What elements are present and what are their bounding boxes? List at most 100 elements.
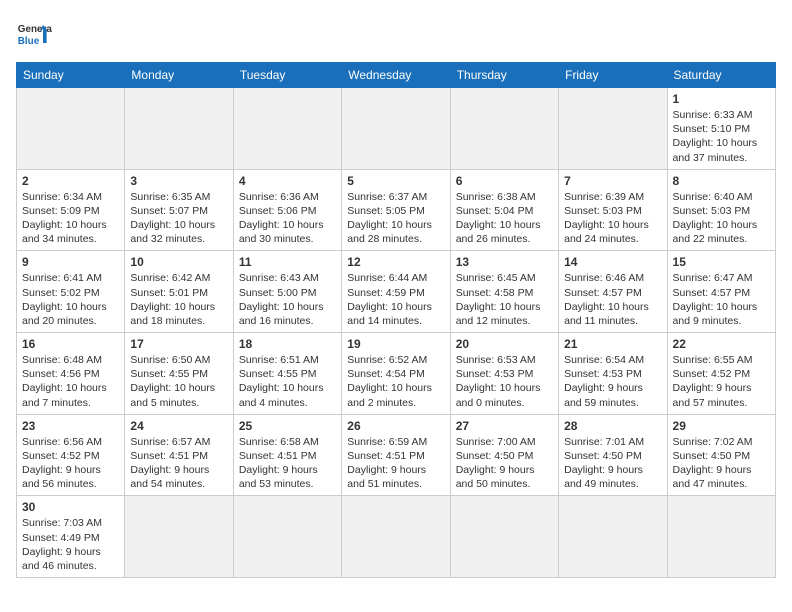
day-info: Sunrise: 6:51 AM Sunset: 4:55 PM Dayligh… bbox=[239, 353, 336, 410]
calendar-cell bbox=[342, 88, 450, 170]
day-info: Sunrise: 6:56 AM Sunset: 4:52 PM Dayligh… bbox=[22, 435, 119, 492]
day-info: Sunrise: 6:58 AM Sunset: 4:51 PM Dayligh… bbox=[239, 435, 336, 492]
calendar-week-row: 23 Sunrise: 6:56 AM Sunset: 4:52 PM Dayli… bbox=[17, 414, 776, 496]
weekday-header-saturday: Saturday bbox=[667, 63, 775, 88]
day-info: Sunrise: 6:42 AM Sunset: 5:01 PM Dayligh… bbox=[130, 271, 227, 328]
weekday-header-monday: Monday bbox=[125, 63, 233, 88]
calendar-cell bbox=[450, 496, 558, 578]
day-info: Sunrise: 6:53 AM Sunset: 4:53 PM Dayligh… bbox=[456, 353, 553, 410]
calendar-cell: 10 Sunrise: 6:42 AM Sunset: 5:01 PM Dayli… bbox=[125, 251, 233, 333]
calendar-cell: 19 Sunrise: 6:52 AM Sunset: 4:54 PM Dayli… bbox=[342, 333, 450, 415]
calendar-cell bbox=[125, 496, 233, 578]
calendar-cell: 9 Sunrise: 6:41 AM Sunset: 5:02 PM Daylig… bbox=[17, 251, 125, 333]
calendar-cell: 12Sunrise: 6:44 AM Sunset: 4:59 PM Dayli… bbox=[342, 251, 450, 333]
day-number: 29 bbox=[673, 419, 770, 433]
day-info: Sunrise: 7:03 AM Sunset: 4:49 PM Dayligh… bbox=[22, 516, 119, 573]
day-number: 23 bbox=[22, 419, 119, 433]
calendar-cell bbox=[233, 88, 341, 170]
calendar-cell: 26 Sunrise: 6:59 AM Sunset: 4:51 PM Dayli… bbox=[342, 414, 450, 496]
day-info: Sunrise: 6:46 AM Sunset: 4:57 PM Dayligh… bbox=[564, 271, 661, 328]
calendar-cell bbox=[559, 496, 667, 578]
calendar-cell: 18 Sunrise: 6:51 AM Sunset: 4:55 PM Dayli… bbox=[233, 333, 341, 415]
day-info: Sunrise: 6:37 AM Sunset: 5:05 PM Dayligh… bbox=[347, 190, 444, 247]
day-number: 6 bbox=[456, 174, 553, 188]
day-number: 15 bbox=[673, 255, 770, 269]
day-number: 8 bbox=[673, 174, 770, 188]
day-info: Sunrise: 6:48 AM Sunset: 4:56 PM Dayligh… bbox=[22, 353, 119, 410]
calendar-cell: 1Sunrise: 6:33 AM Sunset: 5:10 PM Daylig… bbox=[667, 88, 775, 170]
day-number: 12 bbox=[347, 255, 444, 269]
day-info: Sunrise: 6:52 AM Sunset: 4:54 PM Dayligh… bbox=[347, 353, 444, 410]
day-number: 17 bbox=[130, 337, 227, 351]
day-number: 13 bbox=[456, 255, 553, 269]
day-number: 3 bbox=[130, 174, 227, 188]
day-number: 4 bbox=[239, 174, 336, 188]
calendar-cell: 8 Sunrise: 6:40 AM Sunset: 5:03 PM Daylig… bbox=[667, 169, 775, 251]
day-number: 7 bbox=[564, 174, 661, 188]
weekday-header-thursday: Thursday bbox=[450, 63, 558, 88]
day-number: 26 bbox=[347, 419, 444, 433]
day-info: Sunrise: 6:54 AM Sunset: 4:53 PM Dayligh… bbox=[564, 353, 661, 410]
svg-text:Blue: Blue bbox=[18, 36, 40, 47]
calendar-week-row: 1Sunrise: 6:33 AM Sunset: 5:10 PM Daylig… bbox=[17, 88, 776, 170]
calendar-cell: 30 Sunrise: 7:03 AM Sunset: 4:49 PM Dayli… bbox=[17, 496, 125, 578]
calendar-cell: 7 Sunrise: 6:39 AM Sunset: 5:03 PM Daylig… bbox=[559, 169, 667, 251]
calendar-cell: 28Sunrise: 7:01 AM Sunset: 4:50 PM Dayli… bbox=[559, 414, 667, 496]
weekday-header-tuesday: Tuesday bbox=[233, 63, 341, 88]
calendar-cell: 27Sunrise: 7:00 AM Sunset: 4:50 PM Dayli… bbox=[450, 414, 558, 496]
day-info: Sunrise: 6:55 AM Sunset: 4:52 PM Dayligh… bbox=[673, 353, 770, 410]
calendar-cell bbox=[342, 496, 450, 578]
day-number: 24 bbox=[130, 419, 227, 433]
calendar-cell: 29 Sunrise: 7:02 AM Sunset: 4:50 PM Dayli… bbox=[667, 414, 775, 496]
svg-text:General: General bbox=[18, 24, 52, 35]
calendar-cell bbox=[17, 88, 125, 170]
weekday-header-friday: Friday bbox=[559, 63, 667, 88]
day-number: 9 bbox=[22, 255, 119, 269]
calendar-week-row: 9 Sunrise: 6:41 AM Sunset: 5:02 PM Daylig… bbox=[17, 251, 776, 333]
calendar-cell bbox=[233, 496, 341, 578]
day-number: 22 bbox=[673, 337, 770, 351]
day-number: 16 bbox=[22, 337, 119, 351]
day-info: Sunrise: 6:47 AM Sunset: 4:57 PM Dayligh… bbox=[673, 271, 770, 328]
day-number: 5 bbox=[347, 174, 444, 188]
calendar-cell: 25 Sunrise: 6:58 AM Sunset: 4:51 PM Dayli… bbox=[233, 414, 341, 496]
calendar-cell bbox=[125, 88, 233, 170]
day-number: 2 bbox=[22, 174, 119, 188]
day-number: 30 bbox=[22, 500, 119, 514]
calendar-cell: 2 Sunrise: 6:34 AM Sunset: 5:09 PM Daylig… bbox=[17, 169, 125, 251]
calendar-cell: 15 Sunrise: 6:47 AM Sunset: 4:57 PM Dayli… bbox=[667, 251, 775, 333]
weekday-header-sunday: Sunday bbox=[17, 63, 125, 88]
day-info: Sunrise: 6:35 AM Sunset: 5:07 PM Dayligh… bbox=[130, 190, 227, 247]
calendar-cell: 3 Sunrise: 6:35 AM Sunset: 5:07 PM Daylig… bbox=[125, 169, 233, 251]
calendar-cell: 17 Sunrise: 6:50 AM Sunset: 4:55 PM Dayli… bbox=[125, 333, 233, 415]
calendar-week-row: 2 Sunrise: 6:34 AM Sunset: 5:09 PM Daylig… bbox=[17, 169, 776, 251]
weekday-header-row: SundayMondayTuesdayWednesdayThursdayFrid… bbox=[17, 63, 776, 88]
day-number: 21 bbox=[564, 337, 661, 351]
calendar-cell: 13Sunrise: 6:45 AM Sunset: 4:58 PM Dayli… bbox=[450, 251, 558, 333]
day-info: Sunrise: 6:33 AM Sunset: 5:10 PM Dayligh… bbox=[673, 108, 770, 165]
day-info: Sunrise: 6:40 AM Sunset: 5:03 PM Dayligh… bbox=[673, 190, 770, 247]
weekday-header-wednesday: Wednesday bbox=[342, 63, 450, 88]
day-number: 18 bbox=[239, 337, 336, 351]
calendar-cell: 4 Sunrise: 6:36 AM Sunset: 5:06 PM Daylig… bbox=[233, 169, 341, 251]
day-info: Sunrise: 7:02 AM Sunset: 4:50 PM Dayligh… bbox=[673, 435, 770, 492]
day-info: Sunrise: 6:50 AM Sunset: 4:55 PM Dayligh… bbox=[130, 353, 227, 410]
day-info: Sunrise: 6:36 AM Sunset: 5:06 PM Dayligh… bbox=[239, 190, 336, 247]
day-number: 25 bbox=[239, 419, 336, 433]
day-info: Sunrise: 7:00 AM Sunset: 4:50 PM Dayligh… bbox=[456, 435, 553, 492]
day-info: Sunrise: 6:39 AM Sunset: 5:03 PM Dayligh… bbox=[564, 190, 661, 247]
calendar-table: SundayMondayTuesdayWednesdayThursdayFrid… bbox=[16, 62, 776, 578]
calendar-cell: 6 Sunrise: 6:38 AM Sunset: 5:04 PM Daylig… bbox=[450, 169, 558, 251]
day-info: Sunrise: 6:59 AM Sunset: 4:51 PM Dayligh… bbox=[347, 435, 444, 492]
day-info: Sunrise: 6:41 AM Sunset: 5:02 PM Dayligh… bbox=[22, 271, 119, 328]
day-number: 10 bbox=[130, 255, 227, 269]
calendar-cell bbox=[559, 88, 667, 170]
calendar-cell: 20Sunrise: 6:53 AM Sunset: 4:53 PM Dayli… bbox=[450, 333, 558, 415]
day-info: Sunrise: 6:38 AM Sunset: 5:04 PM Dayligh… bbox=[456, 190, 553, 247]
day-number: 14 bbox=[564, 255, 661, 269]
logo-icon: General Blue bbox=[16, 16, 52, 52]
day-number: 28 bbox=[564, 419, 661, 433]
day-info: Sunrise: 6:43 AM Sunset: 5:00 PM Dayligh… bbox=[239, 271, 336, 328]
day-info: Sunrise: 6:34 AM Sunset: 5:09 PM Dayligh… bbox=[22, 190, 119, 247]
day-number: 19 bbox=[347, 337, 444, 351]
